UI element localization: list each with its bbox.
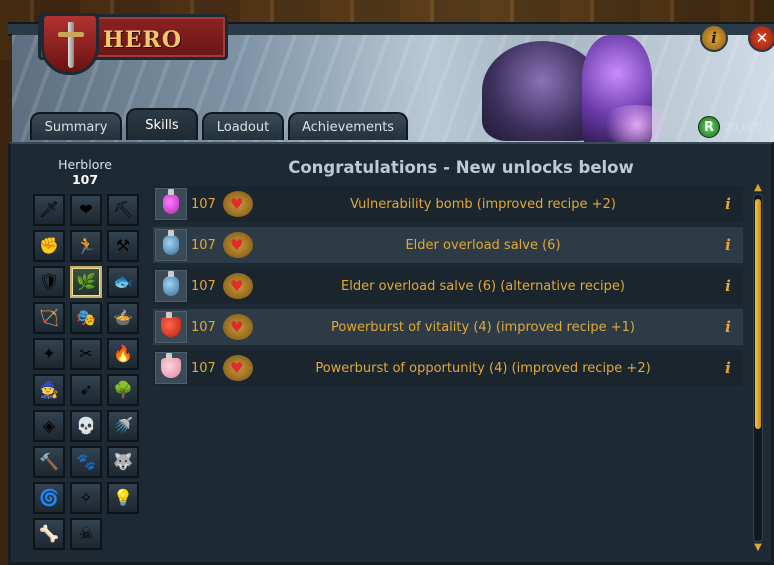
- unlock-info-icon[interactable]: i: [713, 195, 743, 213]
- invention-icon[interactable]: 💡: [107, 482, 139, 514]
- dungeoneering-icon[interactable]: 🌀: [33, 482, 65, 514]
- scrollbar-thumb[interactable]: [755, 199, 761, 429]
- herblore-badge-icon: ♥: [223, 314, 253, 340]
- unlock-name: Vulnerability bomb (improved recipe +2): [350, 196, 616, 212]
- defence-icon[interactable]: 🛡: [33, 266, 65, 298]
- mining-icon[interactable]: ⛏: [107, 194, 139, 226]
- info-icon: i: [711, 29, 717, 47]
- unlock-row[interactable]: 107 ♥ Powerburst of opportunity (4) (impro…: [153, 350, 743, 386]
- tab-skills[interactable]: Skills: [126, 108, 198, 140]
- construction-icon[interactable]: 🔨: [33, 446, 65, 478]
- scroll-down-arrow-icon[interactable]: ▼: [751, 542, 765, 554]
- unlock-list: 107 ♥ Vulnerability bomb (improved recipe …: [153, 186, 743, 391]
- divination-icon[interactable]: ✧: [70, 482, 102, 514]
- title-plate: HERO: [38, 13, 228, 75]
- firemaking-icon[interactable]: 🔥: [107, 338, 139, 370]
- cooking-icon[interactable]: 🍲: [107, 302, 139, 334]
- skills-panel: Herblore 107 🗡 ❤ ⛏ ✊ 🏃 ⚒ 🛡 🌿 🐟 🏹 🎭 🍲 ✦ ✂ 🔥 🧙 ➶ 🌳 ◈ 💀 🚿 🔨 🐾 🐺 🌀 ✧ 💡…: [8, 142, 774, 565]
- unlock-level: 107: [191, 196, 216, 212]
- scrollbar-track[interactable]: [753, 194, 763, 542]
- window-title: HERO: [103, 27, 183, 53]
- tab-achievements[interactable]: Achievements: [288, 112, 408, 140]
- unlock-name: Elder overload salve (6): [405, 237, 561, 253]
- unlock-row[interactable]: 107 ♥ Elder overload salve (6) (alternativ…: [153, 268, 743, 304]
- herblore-badge-icon: ♥: [223, 355, 253, 381]
- unlock-level: 107: [191, 278, 216, 294]
- herblore-badge-icon: ♥: [223, 191, 253, 217]
- tab-bar: Summary Skills Loadout Achievements: [30, 108, 408, 142]
- unlock-info-icon[interactable]: i: [713, 236, 743, 254]
- unlock-name: Powerburst of opportunity (4) (improved …: [315, 360, 651, 376]
- unlock-info-icon[interactable]: i: [713, 359, 743, 377]
- archaeology-icon[interactable]: 🦴: [33, 518, 65, 550]
- tab-summary[interactable]: Summary: [30, 112, 122, 140]
- potion-icon: [155, 270, 187, 302]
- hunter-icon[interactable]: 🐾: [70, 446, 102, 478]
- slayer-icon[interactable]: 💀: [70, 410, 102, 442]
- potion-icon: [155, 229, 187, 261]
- fletching-icon[interactable]: ➶: [70, 374, 102, 406]
- tab-loadout[interactable]: Loadout: [202, 112, 284, 140]
- unlock-name: Powerburst of vitality (4) (improved rec…: [331, 319, 635, 335]
- herblore-badge-icon: ♥: [223, 232, 253, 258]
- attack-icon[interactable]: 🗡: [33, 194, 65, 226]
- summoning-icon[interactable]: 🐺: [107, 446, 139, 478]
- magic-icon[interactable]: 🧙: [33, 374, 65, 406]
- runecoin-icon: R: [698, 116, 720, 138]
- unlock-info-icon[interactable]: i: [713, 318, 743, 336]
- runecoin-amount: 20,000: [724, 120, 763, 134]
- unlock-row[interactable]: 107 ♥ Elder overload salve (6) i: [153, 227, 743, 263]
- info-button[interactable]: i: [700, 24, 728, 52]
- hero-window: HERO i ✕ Summary Skills Loadout Achievem…: [8, 6, 774, 565]
- close-icon: ✕: [755, 29, 769, 47]
- potion-icon: [155, 188, 187, 220]
- prayer-icon[interactable]: ✦: [33, 338, 65, 370]
- unlock-level: 107: [191, 319, 216, 335]
- unlock-name: Elder overload salve (6) (alternative re…: [341, 278, 625, 294]
- hero-shield-icon: [41, 13, 99, 75]
- selected-skill-level: 107: [71, 172, 99, 187]
- unlock-row[interactable]: 107 ♥ Powerburst of vitality (4) (improved…: [153, 309, 743, 345]
- woodcutting-icon[interactable]: 🌳: [107, 374, 139, 406]
- crafting-icon[interactable]: ✂: [70, 338, 102, 370]
- unlock-level: 107: [191, 237, 216, 253]
- farming-icon[interactable]: 🚿: [107, 410, 139, 442]
- potion-icon: [155, 352, 187, 384]
- potion-icon: [155, 311, 187, 343]
- unlock-row[interactable]: 107 ♥ Vulnerability bomb (improved recipe …: [153, 186, 743, 222]
- unlock-level: 107: [191, 360, 216, 376]
- agility-icon[interactable]: 🏃: [70, 230, 102, 262]
- smithing-icon[interactable]: ⚒: [107, 230, 139, 262]
- fishing-icon[interactable]: 🐟: [107, 266, 139, 298]
- scroll-up-arrow-icon[interactable]: ▲: [751, 182, 765, 194]
- herblore-icon[interactable]: 🌿: [70, 266, 102, 298]
- constitution-icon[interactable]: ❤: [70, 194, 102, 226]
- runecrafting-icon[interactable]: ◈: [33, 410, 65, 442]
- ranged-icon[interactable]: 🏹: [33, 302, 65, 334]
- strength-icon[interactable]: ✊: [33, 230, 65, 262]
- selected-skill-name: Herblore: [58, 157, 112, 172]
- herblore-badge-icon: ♥: [223, 273, 253, 299]
- unlock-info-icon[interactable]: i: [713, 277, 743, 295]
- thieving-icon[interactable]: 🎭: [70, 302, 102, 334]
- unlocks-heading: Congratulations - New unlocks below: [288, 158, 634, 177]
- necromancy-icon[interactable]: ☠: [70, 518, 102, 550]
- skills-grid: 🗡 ❤ ⛏ ✊ 🏃 ⚒ 🛡 🌿 🐟 🏹 🎭 🍲 ✦ ✂ 🔥 🧙 ➶ 🌳 ◈ 💀 🚿 🔨 🐾 🐺 🌀 ✧ 💡 🦴 ☠: [33, 194, 143, 550]
- runecoins-display[interactable]: R 20,000: [698, 116, 763, 138]
- close-button[interactable]: ✕: [748, 24, 774, 52]
